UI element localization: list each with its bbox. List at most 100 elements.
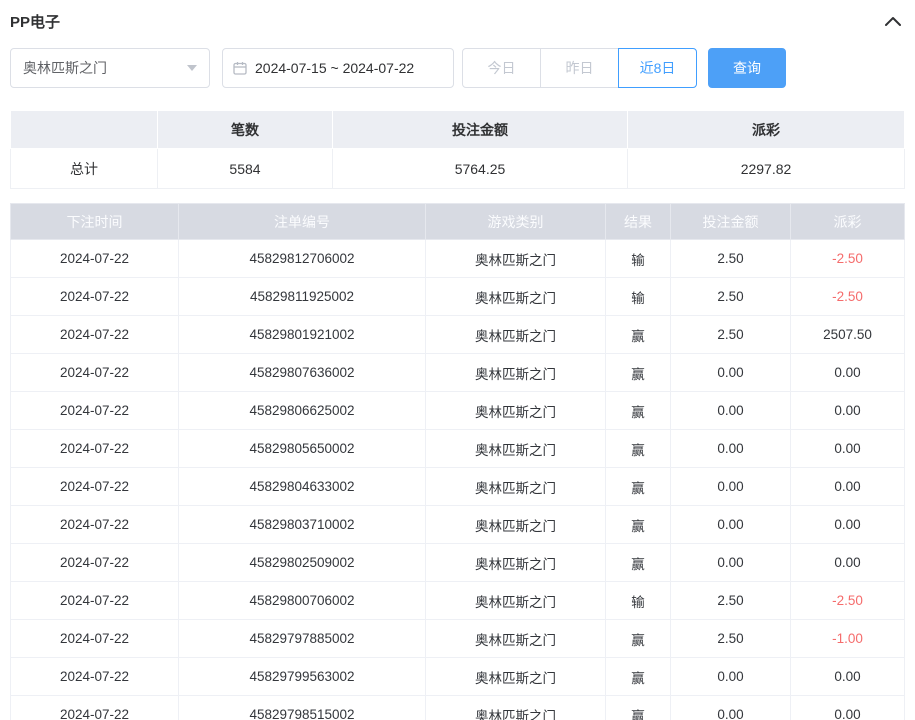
header-bet-amount: 投注金额	[671, 204, 791, 240]
payout-cell: 0.00	[791, 354, 905, 392]
bet-id-cell: 45829805650002	[179, 430, 426, 468]
result-cell: 赢	[606, 506, 671, 544]
summary-total-row: 总计 5584 5764.25 2297.82	[11, 149, 905, 189]
bet-amount-cell: 0.00	[671, 544, 791, 582]
game-type-cell: 奥林匹斯之门	[426, 658, 606, 696]
header-result: 结果	[606, 204, 671, 240]
bet-amount-cell: 0.00	[671, 696, 791, 720]
table-row: 2024-07-2245829802509002奥林匹斯之门赢0.000.00	[11, 544, 905, 582]
result-cell: 输	[606, 240, 671, 278]
header-bet-time: 下注时间	[11, 204, 179, 240]
table-row: 2024-07-2245829803710002奥林匹斯之门赢0.000.00	[11, 506, 905, 544]
bet-id-cell: 45829797885002	[179, 620, 426, 658]
page-title: PP电子	[10, 11, 60, 32]
table-row: 2024-07-2245829806625002奥林匹斯之门赢0.000.00	[11, 392, 905, 430]
summary-header-count: 笔数	[158, 111, 333, 149]
bet-time-cell: 2024-07-22	[11, 544, 179, 582]
chevron-down-icon	[187, 65, 197, 71]
collapse-panel-button[interactable]	[881, 14, 905, 28]
bet-time-cell: 2024-07-22	[11, 582, 179, 620]
payout-cell: -1.00	[791, 620, 905, 658]
result-cell: 输	[606, 278, 671, 316]
table-row: 2024-07-2245829804633002奥林匹斯之门赢0.000.00	[11, 468, 905, 506]
game-type-cell: 奥林匹斯之门	[426, 392, 606, 430]
game-type-cell: 奥林匹斯之门	[426, 430, 606, 468]
bet-id-cell: 45829804633002	[179, 468, 426, 506]
result-cell: 赢	[606, 392, 671, 430]
table-row: 2024-07-2245829798515002奥林匹斯之门赢0.000.00	[11, 696, 905, 720]
bet-amount-cell: 0.00	[671, 354, 791, 392]
bet-id-cell: 45829811925002	[179, 278, 426, 316]
table-row: 2024-07-2245829807636002奥林匹斯之门赢0.000.00	[11, 354, 905, 392]
result-cell: 赢	[606, 658, 671, 696]
summary-header-bet-amount: 投注金额	[333, 111, 628, 149]
payout-cell: -2.50	[791, 240, 905, 278]
bet-id-cell: 45829807636002	[179, 354, 426, 392]
yesterday-button[interactable]: 昨日	[540, 48, 619, 88]
bet-time-cell: 2024-07-22	[11, 316, 179, 354]
payout-cell: 0.00	[791, 392, 905, 430]
bet-id-cell: 45829799563002	[179, 658, 426, 696]
date-range-value: 2024-07-15 ~ 2024-07-22	[255, 60, 414, 76]
game-select-value: 奥林匹斯之门	[23, 58, 107, 78]
payout-cell: 0.00	[791, 544, 905, 582]
game-type-cell: 奥林匹斯之门	[426, 278, 606, 316]
table-row: 2024-07-2245829805650002奥林匹斯之门赢0.000.00	[11, 430, 905, 468]
bet-time-cell: 2024-07-22	[11, 468, 179, 506]
payout-cell: 0.00	[791, 468, 905, 506]
summary-total-payout: 2297.82	[628, 149, 905, 189]
summary-total-label: 总计	[11, 149, 158, 189]
table-row: 2024-07-2245829797885002奥林匹斯之门赢2.50-1.00	[11, 620, 905, 658]
bet-amount-cell: 0.00	[671, 468, 791, 506]
bet-time-cell: 2024-07-22	[11, 696, 179, 720]
bet-amount-cell: 2.50	[671, 582, 791, 620]
result-cell: 输	[606, 582, 671, 620]
filter-bar: 奥林匹斯之门 2024-07-15 ~ 2024-07-22 今日 昨日 近8日…	[10, 48, 905, 88]
bet-time-cell: 2024-07-22	[11, 620, 179, 658]
game-type-cell: 奥林匹斯之门	[426, 240, 606, 278]
bet-amount-cell: 0.00	[671, 506, 791, 544]
game-type-cell: 奥林匹斯之门	[426, 354, 606, 392]
last-8-days-button[interactable]: 近8日	[618, 48, 697, 88]
chevron-up-icon	[885, 16, 901, 26]
bet-time-cell: 2024-07-22	[11, 506, 179, 544]
summary-total-bet-amount: 5764.25	[333, 149, 628, 189]
header-game-type: 游戏类别	[426, 204, 606, 240]
date-range-input[interactable]: 2024-07-15 ~ 2024-07-22	[222, 48, 454, 88]
payout-cell: -2.50	[791, 582, 905, 620]
search-button[interactable]: 查询	[708, 48, 786, 88]
game-type-cell: 奥林匹斯之门	[426, 620, 606, 658]
bet-time-cell: 2024-07-22	[11, 240, 179, 278]
payout-cell: 0.00	[791, 696, 905, 720]
panel-header: PP电子	[10, 0, 905, 30]
table-row: 2024-07-2245829800706002奥林匹斯之门输2.50-2.50	[11, 582, 905, 620]
bet-amount-cell: 2.50	[671, 620, 791, 658]
payout-cell: 0.00	[791, 658, 905, 696]
bet-id-cell: 45829798515002	[179, 696, 426, 720]
result-cell: 赢	[606, 468, 671, 506]
game-type-cell: 奥林匹斯之门	[426, 468, 606, 506]
bets-header-row: 下注时间 注单编号 游戏类别 结果 投注金额 派彩	[11, 204, 905, 240]
payout-cell: 0.00	[791, 430, 905, 468]
result-cell: 赢	[606, 544, 671, 582]
payout-cell: -2.50	[791, 278, 905, 316]
result-cell: 赢	[606, 430, 671, 468]
table-row: 2024-07-2245829812706002奥林匹斯之门输2.50-2.50	[11, 240, 905, 278]
game-select[interactable]: 奥林匹斯之门	[10, 48, 210, 88]
bet-id-cell: 45829801921002	[179, 316, 426, 354]
game-type-cell: 奥林匹斯之门	[426, 316, 606, 354]
summary-total-count: 5584	[158, 149, 333, 189]
payout-cell: 0.00	[791, 506, 905, 544]
game-type-cell: 奥林匹斯之门	[426, 544, 606, 582]
table-row: 2024-07-2245829799563002奥林匹斯之门赢0.000.00	[11, 658, 905, 696]
bet-id-cell: 45829806625002	[179, 392, 426, 430]
bet-time-cell: 2024-07-22	[11, 392, 179, 430]
today-button[interactable]: 今日	[462, 48, 541, 88]
bets-table: 下注时间 注单编号 游戏类别 结果 投注金额 派彩 2024-07-224582…	[10, 203, 905, 720]
summary-header-payout: 派彩	[628, 111, 905, 149]
summary-table: 笔数 投注金额 派彩 总计 5584 5764.25 2297.82	[10, 110, 905, 189]
header-bet-id: 注单编号	[179, 204, 426, 240]
bet-amount-cell: 0.00	[671, 392, 791, 430]
payout-cell: 2507.50	[791, 316, 905, 354]
bet-time-cell: 2024-07-22	[11, 430, 179, 468]
